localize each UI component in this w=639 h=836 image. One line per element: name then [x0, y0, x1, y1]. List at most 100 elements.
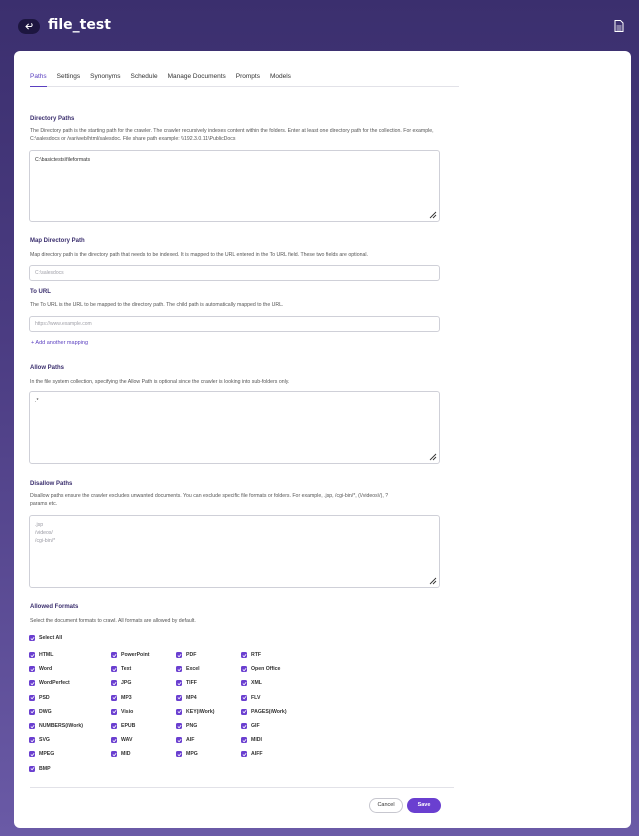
page-title: file_test — [48, 17, 111, 33]
allow-paths-textarea[interactable]: .* — [29, 391, 440, 464]
format-label: AIF — [186, 737, 195, 744]
format-checkbox[interactable]: DWG — [29, 708, 52, 716]
format-checkbox[interactable]: RTF — [241, 651, 261, 659]
format-checkbox[interactable]: MPEG — [29, 750, 54, 758]
checkbox-checked-icon — [111, 751, 117, 758]
format-checkbox[interactable]: AIF — [176, 736, 194, 744]
format-label: RTF — [251, 652, 262, 658]
format-checkbox[interactable]: TIFF — [176, 679, 197, 687]
format-checkbox[interactable]: NUMBERS(iWork) — [29, 722, 83, 730]
checkbox-checked-icon — [176, 723, 182, 729]
format-checkbox[interactable]: WAV — [111, 736, 132, 744]
format-checkbox[interactable]: PAGES(iWork) — [241, 708, 287, 716]
format-checkbox[interactable]: MIDI — [241, 736, 262, 744]
format-checkbox[interactable]: PNG — [176, 722, 197, 730]
format-checkbox[interactable]: PowerPoint — [111, 651, 150, 659]
format-label: Excel — [186, 666, 200, 673]
to-url-description: The To URL is the URL to be mapped to th… — [30, 302, 284, 308]
resize-handle-icon[interactable] — [429, 577, 437, 585]
checkbox-checked-icon — [29, 723, 35, 729]
format-checkbox[interactable]: JPG — [111, 679, 131, 687]
format-label: TIFF — [186, 680, 197, 687]
resize-handle-icon[interactable] — [429, 453, 437, 461]
select-all-label: Select All — [39, 635, 63, 641]
checkbox-checked-icon — [241, 694, 247, 701]
checkbox-checked-icon — [241, 708, 247, 715]
format-label: WordPerfect — [39, 680, 70, 687]
checkbox-checked-icon — [111, 723, 117, 729]
disallow-paths-textarea[interactable]: .jsp /videos/ /cgi-bin/* — [29, 515, 440, 588]
disallow-paths-title: Disallow Paths — [30, 481, 73, 487]
checkbox-checked-icon — [29, 708, 35, 715]
format-checkbox[interactable]: Text — [111, 665, 131, 673]
tab-models[interactable]: Models — [270, 71, 291, 87]
format-checkbox[interactable]: AIFF — [241, 750, 263, 758]
format-checkbox[interactable]: SVG — [29, 736, 50, 744]
format-checkbox[interactable]: KEY(iWork) — [176, 708, 214, 716]
format-checkbox[interactable]: BMP — [29, 765, 51, 773]
format-checkbox[interactable]: XML — [241, 679, 262, 687]
map-directory-path-description: Map directory path is the directory path… — [30, 252, 368, 258]
checkbox-checked-icon — [111, 708, 117, 715]
format-checkbox[interactable]: PSD — [29, 694, 50, 702]
map-directory-path-input[interactable]: C:\salesdocs — [29, 265, 440, 281]
checkbox-checked-icon — [241, 680, 247, 687]
tab-settings[interactable]: Settings — [57, 71, 81, 87]
checkbox-checked-icon — [176, 694, 182, 701]
to-url-input[interactable]: https://www.example.com — [29, 316, 440, 332]
save-button[interactable]: Save — [407, 798, 441, 813]
add-mapping-link[interactable]: + Add another mapping — [31, 340, 88, 346]
format-checkbox[interactable]: FLV — [241, 694, 260, 702]
format-label: EPUB — [121, 723, 136, 729]
format-label: KEY(iWork) — [186, 708, 215, 715]
format-checkbox[interactable]: Word — [29, 665, 52, 673]
format-label: AIFF — [251, 751, 263, 758]
allowed-formats-description: Select the document formats to crawl. Al… — [30, 618, 196, 624]
checkbox-checked-icon — [241, 652, 247, 658]
checkbox-checked-icon — [241, 723, 247, 729]
format-checkbox[interactable]: HTML — [29, 651, 53, 659]
directory-paths-title: Directory Paths — [30, 116, 75, 122]
checkbox-checked-icon — [29, 680, 35, 687]
format-checkbox[interactable]: EPUB — [111, 722, 135, 730]
format-checkbox[interactable]: PDF — [176, 651, 196, 659]
tab-prompts[interactable]: Prompts — [236, 71, 260, 87]
format-label: BMP — [39, 765, 51, 772]
tab-synonyms[interactable]: Synonyms — [90, 71, 120, 87]
disallow-paths-description: Disallow paths ensure the crawler exclud… — [30, 492, 446, 508]
directory-paths-textarea[interactable]: C:\basictests\fileformats — [29, 150, 440, 222]
format-checkbox[interactable]: WordPerfect — [29, 679, 70, 687]
disallow-paths-description-line: Disallow paths ensure the crawler exclud… — [30, 493, 389, 499]
cancel-button[interactable]: Cancel — [369, 798, 403, 813]
format-checkbox[interactable]: Excel — [176, 665, 200, 673]
resize-handle-icon[interactable] — [429, 211, 437, 219]
tab-paths[interactable]: Paths — [30, 71, 47, 87]
checkbox-checked-icon — [29, 694, 35, 701]
checkbox-checked-icon — [111, 737, 117, 744]
allowed-formats-title: Allowed Formats — [30, 604, 79, 610]
format-label: MIDI — [251, 737, 262, 744]
format-checkbox[interactable]: MP4 — [176, 694, 197, 702]
disallow-placeholder-line: /videos/ — [35, 530, 53, 536]
format-checkbox[interactable]: Open Office — [241, 665, 280, 673]
checkbox-checked-icon — [29, 765, 35, 772]
tab-manage-documents[interactable]: Manage Documents — [168, 71, 226, 87]
format-label: MID — [121, 751, 131, 758]
format-label: PSD — [39, 694, 50, 701]
back-button[interactable] — [18, 19, 40, 34]
format-checkbox[interactable]: Visio — [111, 708, 133, 716]
format-label: MP3 — [121, 694, 132, 701]
checkbox-checked-icon — [29, 737, 35, 744]
tab-schedule[interactable]: Schedule — [130, 71, 157, 87]
format-label: MP4 — [186, 694, 197, 701]
format-checkbox[interactable]: MID — [111, 750, 131, 758]
format-checkbox[interactable]: MPG — [176, 750, 198, 758]
format-label: PowerPoint — [121, 652, 150, 658]
select-all-checkbox[interactable]: Select All — [29, 634, 62, 642]
document-icon[interactable] — [614, 20, 624, 32]
checkbox-checked-icon — [241, 751, 247, 758]
checkbox-checked-icon — [241, 737, 247, 744]
format-checkbox[interactable]: MP3 — [111, 694, 132, 702]
format-checkbox[interactable]: GIF — [241, 722, 260, 730]
directory-paths-description: The Directory path is the starting path … — [30, 128, 434, 142]
